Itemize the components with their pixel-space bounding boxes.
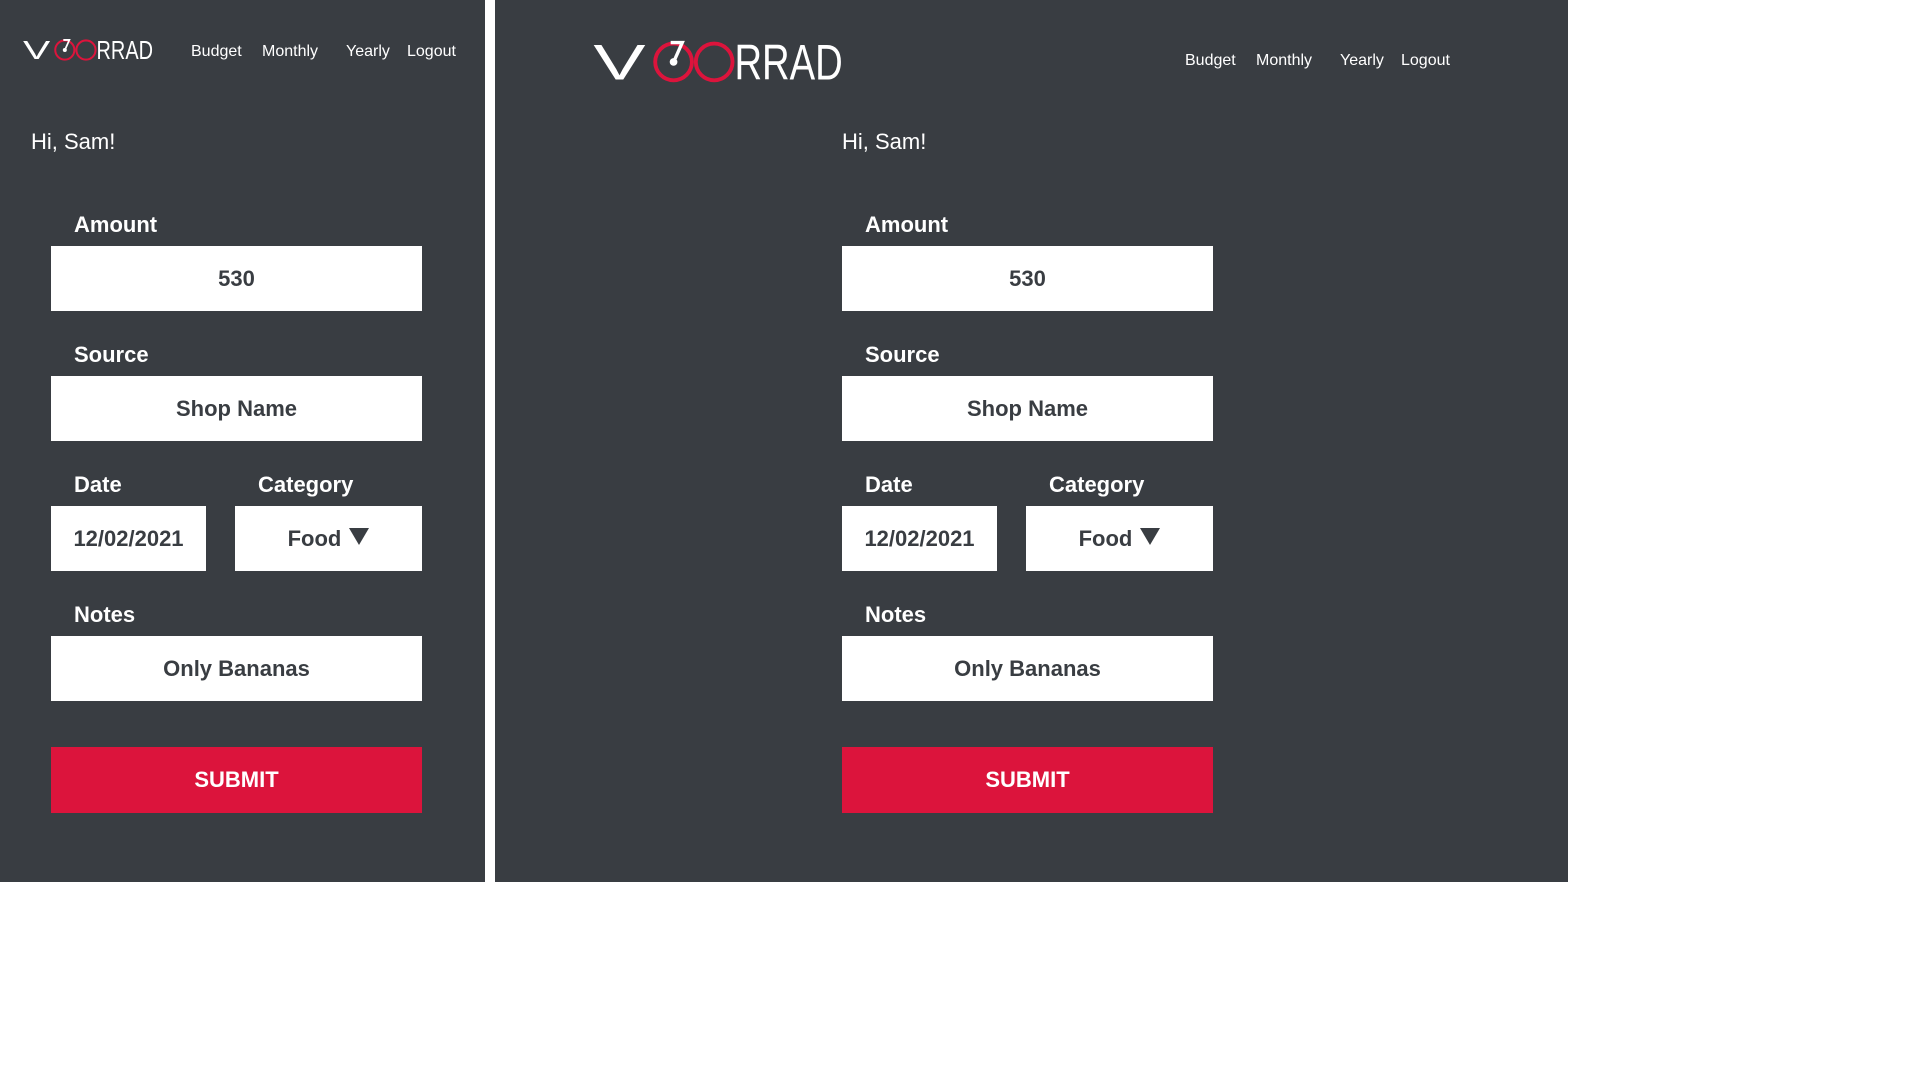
nav-budget-link[interactable]: Budget: [1185, 52, 1236, 70]
amount-label: Amount: [74, 212, 158, 237]
expense-form: Amount 530 Source Shop Name Date 12/02/2…: [51, 208, 422, 813]
date-field[interactable]: 12/02/2021: [51, 506, 206, 571]
voorrad-logo[interactable]: V RRAD: [23, 33, 154, 65]
greeting: Hi, Sam!: [842, 129, 927, 154]
date-field[interactable]: 12/02/2021: [842, 506, 997, 571]
date-label: Date: [865, 472, 913, 497]
source-field[interactable]: Shop Name: [51, 376, 422, 441]
svg-text:V: V: [593, 34, 646, 89]
notes-field[interactable]: Only Bananas: [842, 636, 1213, 701]
submit-button[interactable]: SUBMIT: [842, 747, 1213, 813]
nav-monthly-link[interactable]: Monthly: [1256, 52, 1312, 70]
nav-yearly-link[interactable]: Yearly: [346, 43, 390, 61]
mobile-frame: V RRAD Budget Monthly Yearly Logout Hi, …: [0, 0, 485, 882]
category-value: Food: [1078, 525, 1133, 551]
source-label: Source: [74, 342, 149, 367]
category-label: Category: [1049, 472, 1145, 497]
voorrad-logo[interactable]: V RRAD: [590, 31, 848, 89]
source-label: Source: [865, 342, 940, 367]
notes-field[interactable]: Only Bananas: [51, 636, 422, 701]
category-value: Food: [287, 525, 342, 551]
submit-button[interactable]: SUBMIT: [51, 747, 422, 813]
notes-label: Notes: [74, 602, 136, 627]
notes-label: Notes: [865, 602, 927, 627]
source-field[interactable]: Shop Name: [842, 376, 1213, 441]
amount-field[interactable]: 530: [51, 246, 422, 311]
nav-budget-link[interactable]: Budget: [191, 43, 242, 61]
svg-text:RRAD: RRAD: [734, 34, 842, 89]
nav-logout-link[interactable]: Logout: [1401, 52, 1450, 70]
caret-down-icon: [1140, 528, 1161, 545]
expense-form: Amount 530 Source Shop Name Date 12/02/2…: [842, 208, 1213, 813]
date-label: Date: [74, 472, 122, 497]
nav-logout-link[interactable]: Logout: [407, 43, 456, 61]
greeting: Hi, Sam!: [31, 129, 116, 154]
category-select[interactable]: Food: [235, 506, 422, 571]
desktop-frame: V RRAD Budget Monthly Yearly Logout Hi, …: [495, 0, 1568, 882]
category-label: Category: [258, 472, 354, 497]
amount-field[interactable]: 530: [842, 246, 1213, 311]
svg-text:V: V: [23, 35, 51, 65]
amount-label: Amount: [865, 212, 949, 237]
nav-monthly-link[interactable]: Monthly: [262, 43, 318, 61]
caret-down-icon: [349, 528, 370, 545]
svg-text:RRAD: RRAD: [97, 35, 153, 65]
nav-yearly-link[interactable]: Yearly: [1340, 52, 1384, 70]
category-select[interactable]: Food: [1026, 506, 1213, 571]
